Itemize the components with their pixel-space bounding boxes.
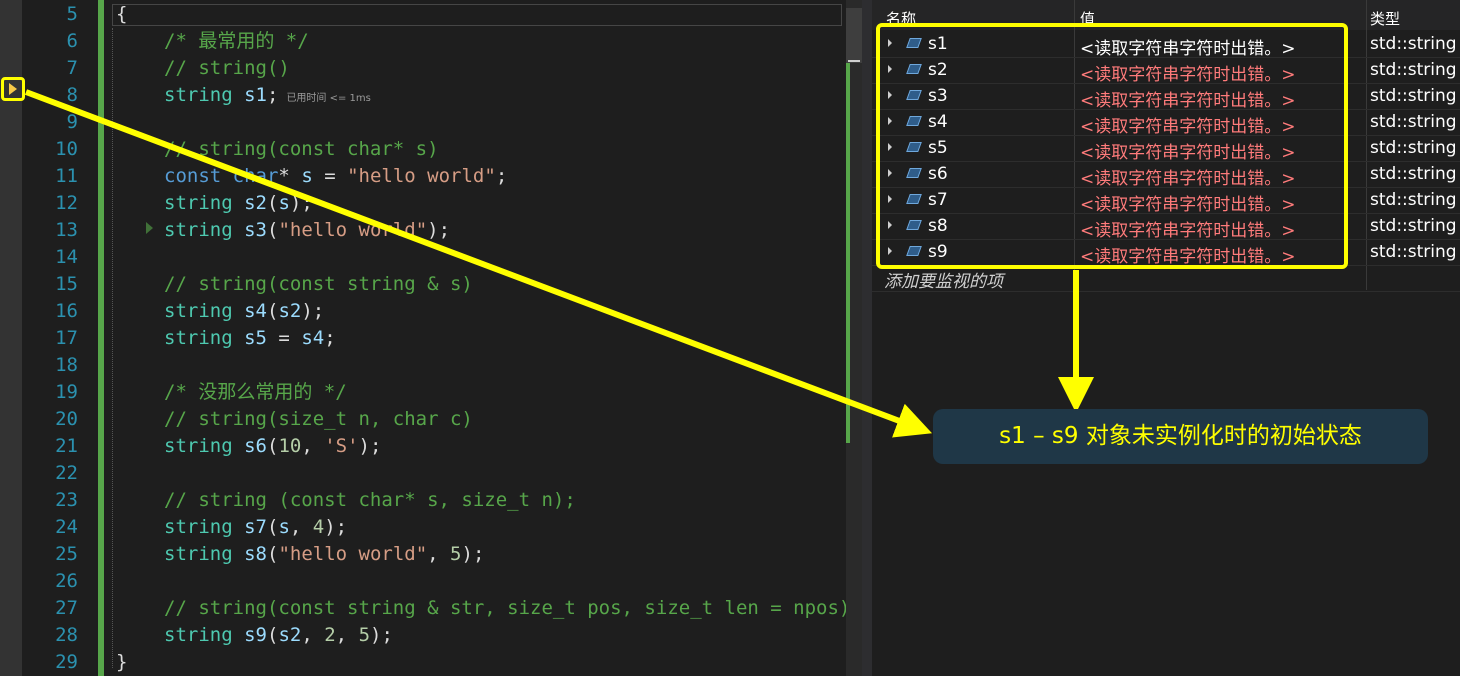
annotation-callout: s1 – s9 对象未实例化时的初始状态 <box>933 409 1428 464</box>
annotation-overlay <box>24 89 1094 438</box>
annotation-arrow-diagonal <box>24 89 933 438</box>
